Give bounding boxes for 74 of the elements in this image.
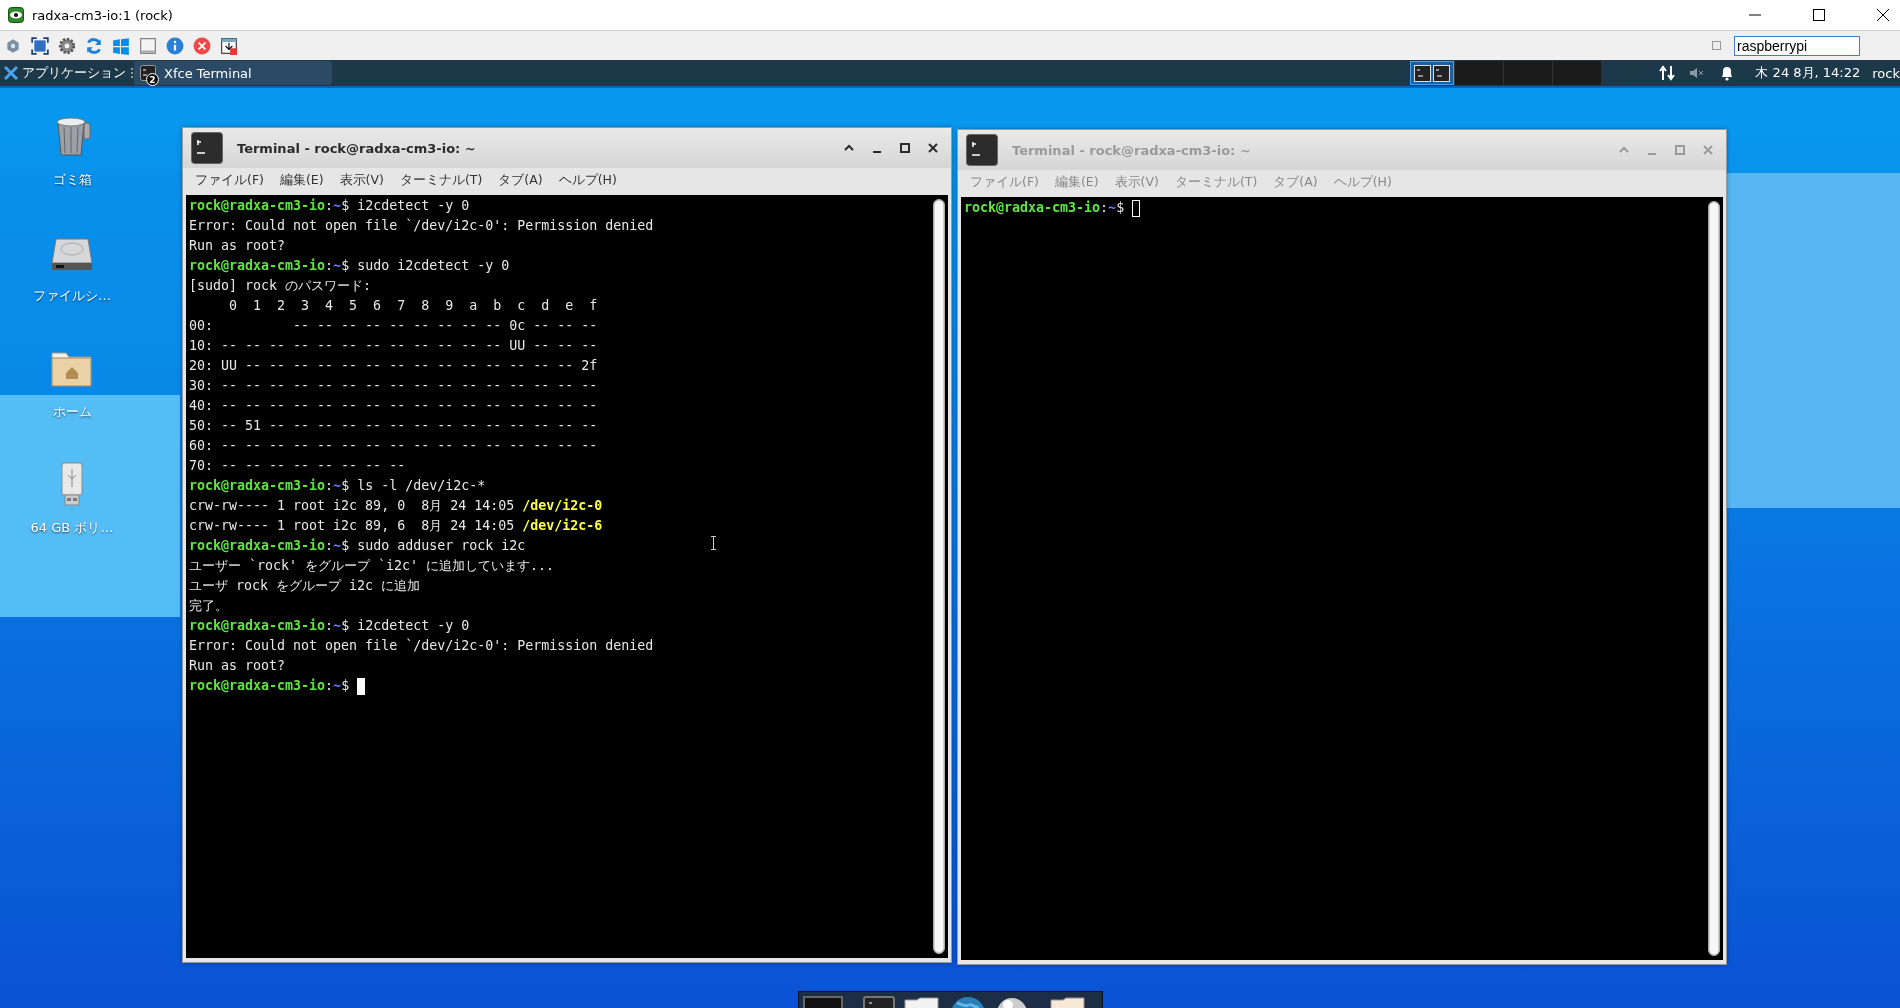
maximize-icon[interactable] [1812, 8, 1826, 22]
folder-icon[interactable] [903, 995, 941, 1008]
clock[interactable]: 木 24 8月, 14:22 [1755, 64, 1861, 82]
terminal-line: rock@radxa-cm3-io:~$ [964, 198, 1141, 218]
network-arrows-icon[interactable] [1659, 65, 1676, 81]
terminal-line: Run as root? [189, 237, 286, 255]
scrollbar[interactable] [933, 199, 945, 954]
folder-icon[interactable] [1049, 995, 1087, 1008]
terminal-icon[interactable] [863, 995, 895, 1008]
terminal-line: 50: -- 51 -- -- -- -- -- -- -- -- -- -- -- -- -- -- [189, 417, 598, 435]
globe-icon[interactable] [949, 995, 987, 1008]
terminal-line: Error: Could not open file `/dev/i2c-0': Permission denied [189, 217, 654, 235]
fullscreen-icon[interactable] [31, 36, 49, 55]
keyboard-key-icon[interactable] [139, 36, 157, 55]
muted-speaker-icon[interactable] [1689, 65, 1706, 81]
download-window-icon[interactable] [220, 36, 238, 55]
square-icon [1712, 41, 1721, 50]
applications-menu[interactable]: アプリケーション [0, 64, 130, 82]
terminal-line: 30: -- -- -- -- -- -- -- -- -- -- -- -- -- -- -- -- [189, 377, 598, 395]
windows-logo-icon[interactable] [112, 36, 130, 55]
terminal-line: ユーザー `rock' をグループ `i2c' に追加しています... [189, 557, 555, 575]
terminal-line: ユーザ rock をグループ i2c に追加 [189, 577, 421, 595]
scrollbar[interactable] [1708, 201, 1720, 956]
terminal-line: rock@radxa-cm3-io:~$ sudo i2cdetect -y 0 [189, 257, 510, 275]
terminal-line: 40: -- -- -- -- -- -- -- -- -- -- -- -- -- -- -- -- [189, 397, 598, 415]
user-name[interactable]: rock [1872, 65, 1900, 81]
terminal-line: 70: -- -- -- -- -- -- -- -- [189, 457, 406, 475]
terminal-line: rock@radxa-cm3-io:~$ ls -l /dev/i2c-* [189, 477, 486, 495]
terminal-line: rock@radxa-cm3-io:~$ sudo adduser rock i2c [189, 537, 526, 555]
terminal-line: Error: Could not open file `/dev/i2c-0': Permission denied [189, 637, 654, 655]
workspace-switcher[interactable] [1410, 61, 1602, 85]
menu-item[interactable]: タブ(A) [490, 172, 551, 189]
grip-icon [130, 67, 134, 79]
close-icon[interactable] [927, 142, 939, 154]
icon-label[interactable]: ファイルシ… [33, 287, 111, 305]
terminal-line: 60: -- -- -- -- -- -- -- -- -- -- -- -- -- -- -- -- [189, 437, 598, 455]
taskbar-button[interactable]: 2 Xfce Terminal [134, 61, 332, 85]
window-title: radxa-cm3-io:1 (rock) [32, 7, 174, 23]
menu-item[interactable]: ターミナル(T) [391, 172, 491, 189]
terminal-app-icon [966, 134, 998, 166]
window-title: Terminal - rock@radxa-cm3-io: ~ [237, 140, 477, 156]
settings-icon[interactable] [58, 36, 76, 55]
info-icon[interactable] [166, 36, 184, 55]
menu-item[interactable]: ファイル(F) [187, 172, 272, 189]
terminal-app-icon [191, 132, 223, 164]
terminal-line: 完了。 [189, 597, 228, 615]
xfce-logo-icon [4, 66, 18, 80]
terminal-line: [sudo] rock のパスワード: [189, 277, 372, 295]
host-field[interactable]: raspberrypi [1734, 35, 1860, 56]
terminal-line: 0 1 2 3 4 5 6 7 8 9 a b c d e f [228, 297, 598, 315]
maximize-icon[interactable] [899, 142, 911, 154]
app-eye-icon [8, 7, 24, 23]
menu-item[interactable]: 表示(V) [331, 172, 392, 189]
menu-item[interactable]: ヘルプ(H) [550, 172, 625, 189]
terminal-line: 20: UU -- -- -- -- -- -- -- -- -- -- -- -- -- -- 2f [189, 357, 598, 375]
terminal-line: rock@radxa-cm3-io:~$ [189, 676, 366, 696]
terminal-line: 10: -- -- -- -- -- -- -- -- -- -- -- -- UU -- -- -- [189, 337, 598, 355]
terminal-icon [140, 65, 156, 81]
terminal-line: rock@radxa-cm3-io:~$ i2cdetect -y 0 [189, 197, 470, 215]
terminal-line: Run as root? [189, 657, 286, 675]
refresh-icon[interactable] [85, 36, 103, 55]
terminal-line: rock@radxa-cm3-io:~$ i2cdetect -y 0 [189, 617, 470, 635]
close-circle-icon[interactable] [193, 36, 211, 55]
terminal-line: 00: -- -- -- -- -- -- -- -- -- 0c -- -- -- [189, 317, 598, 335]
terminal-icon [1414, 64, 1432, 82]
text-cursor-icon [710, 536, 717, 550]
terminal-line: crw-rw---- 1 root i2c 89, 0 8月 24 14:05 /dev/i2c-0 [189, 497, 603, 515]
terminal-icon [1433, 64, 1451, 82]
terminal-line: crw-rw---- 1 root i2c 89, 6 8月 24 14:05 /dev/i2c-6 [189, 517, 603, 535]
window-icon[interactable] [803, 995, 843, 1008]
close-icon[interactable] [1876, 8, 1890, 22]
menu-item[interactable]: 編集(E) [271, 172, 332, 189]
count-badge: 2 [146, 73, 159, 86]
window-title: Terminal - rock@radxa-cm3-io: ~ [1012, 142, 1252, 158]
